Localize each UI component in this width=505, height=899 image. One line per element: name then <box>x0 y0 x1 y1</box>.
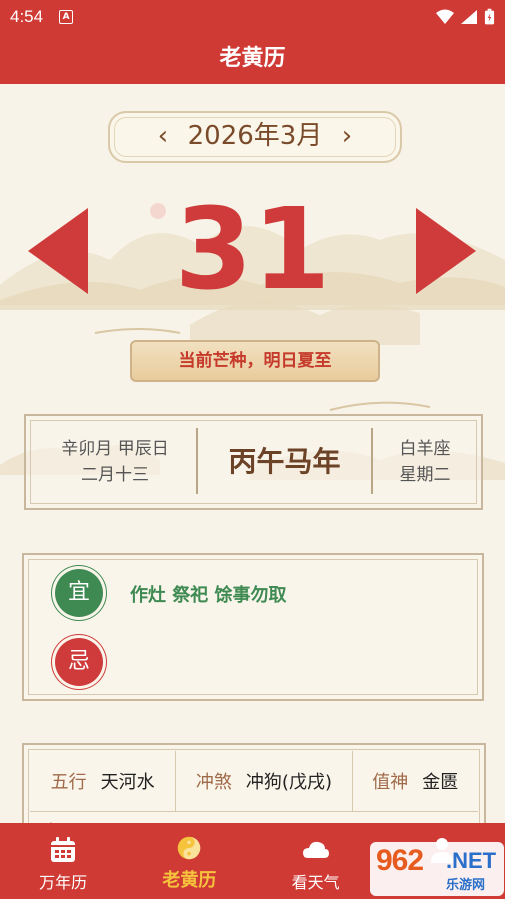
nav-label: 老黄历 <box>162 870 217 891</box>
nav-item-calendar[interactable]: 万年历 <box>0 823 126 899</box>
status-icons <box>436 8 495 26</box>
lunar-date-text: 二月十三 <box>81 465 149 485</box>
watermark-net: .NET <box>446 848 497 873</box>
yinyang-icon <box>178 836 201 860</box>
yi-text: 作灶 祭祀 馀事勿取 <box>130 585 287 606</box>
nav-item-almanac[interactable]: 老黄历 <box>126 823 252 899</box>
detail-key: 五行 <box>50 772 87 793</box>
detail-value: 天河水 <box>100 772 155 793</box>
nav-label: 万年历 <box>39 873 88 892</box>
battery-icon <box>484 8 495 25</box>
wuxing-cell: 五行 天河水 <box>30 751 177 811</box>
date-info-box: 辛卯月 甲辰日 二月十三 丙午马年 白羊座 星期二 <box>24 414 483 510</box>
site-watermark: 962 .NET 乐游网 <box>370 842 504 896</box>
weekday-info: 白羊座 星期二 <box>373 436 477 488</box>
status-bar: 4:54 A <box>0 0 505 34</box>
calendar-icon <box>51 837 76 862</box>
next-month-button[interactable]: › <box>334 121 360 151</box>
prev-day-button[interactable] <box>26 206 90 296</box>
status-time: 4:54 <box>10 7 44 26</box>
watermark-number: 962 <box>376 844 424 877</box>
yi-badge: 宜 <box>55 569 103 617</box>
year-zodiac: 丙午马年 <box>228 445 341 478</box>
nav-item-weather[interactable]: 看天气 <box>253 823 379 899</box>
day-number: 31 <box>174 185 331 315</box>
detail-value: 金匮 <box>422 772 459 793</box>
signal-icon <box>461 10 477 24</box>
cloud-icon <box>302 841 329 858</box>
constellation-text: 白羊座 <box>399 439 451 459</box>
month-selector: ‹ 2026年3月 › <box>108 111 402 163</box>
watermark-site: 乐游网 <box>446 878 486 893</box>
ji-badge: 忌 <box>55 638 103 686</box>
month-label[interactable]: 2026年3月 <box>180 119 330 153</box>
weekday-text: 星期二 <box>399 465 451 485</box>
detail-key: 冲煞 <box>195 772 232 793</box>
zhishen-cell: 值神 金匮 <box>353 751 478 811</box>
chongsha-cell: 冲煞 冲狗(戊戌) <box>176 751 353 811</box>
wifi-icon <box>436 9 454 24</box>
nav-label: 看天气 <box>291 873 340 892</box>
lunar-info: 辛卯月 甲辰日 二月十三 <box>40 436 190 488</box>
solar-term-banner: 当前芒种，明日夏至 <box>130 340 380 382</box>
prev-month-button[interactable]: ‹ <box>150 121 176 151</box>
next-day-button[interactable] <box>414 206 478 296</box>
app-notification-icon: A <box>59 10 74 24</box>
ganzhi-text: 辛卯月 甲辰日 <box>61 439 169 459</box>
table-row: 五行 天河水 冲煞 冲狗(戊戌) 值神 金匮 <box>30 751 478 812</box>
detail-key: 值神 <box>372 772 409 793</box>
yiji-box: 宜 作灶 祭祀 馀事勿取 忌 <box>22 553 484 701</box>
page-title: 老黄历 <box>0 34 505 84</box>
detail-value: 冲狗(戊戌) <box>245 772 332 793</box>
